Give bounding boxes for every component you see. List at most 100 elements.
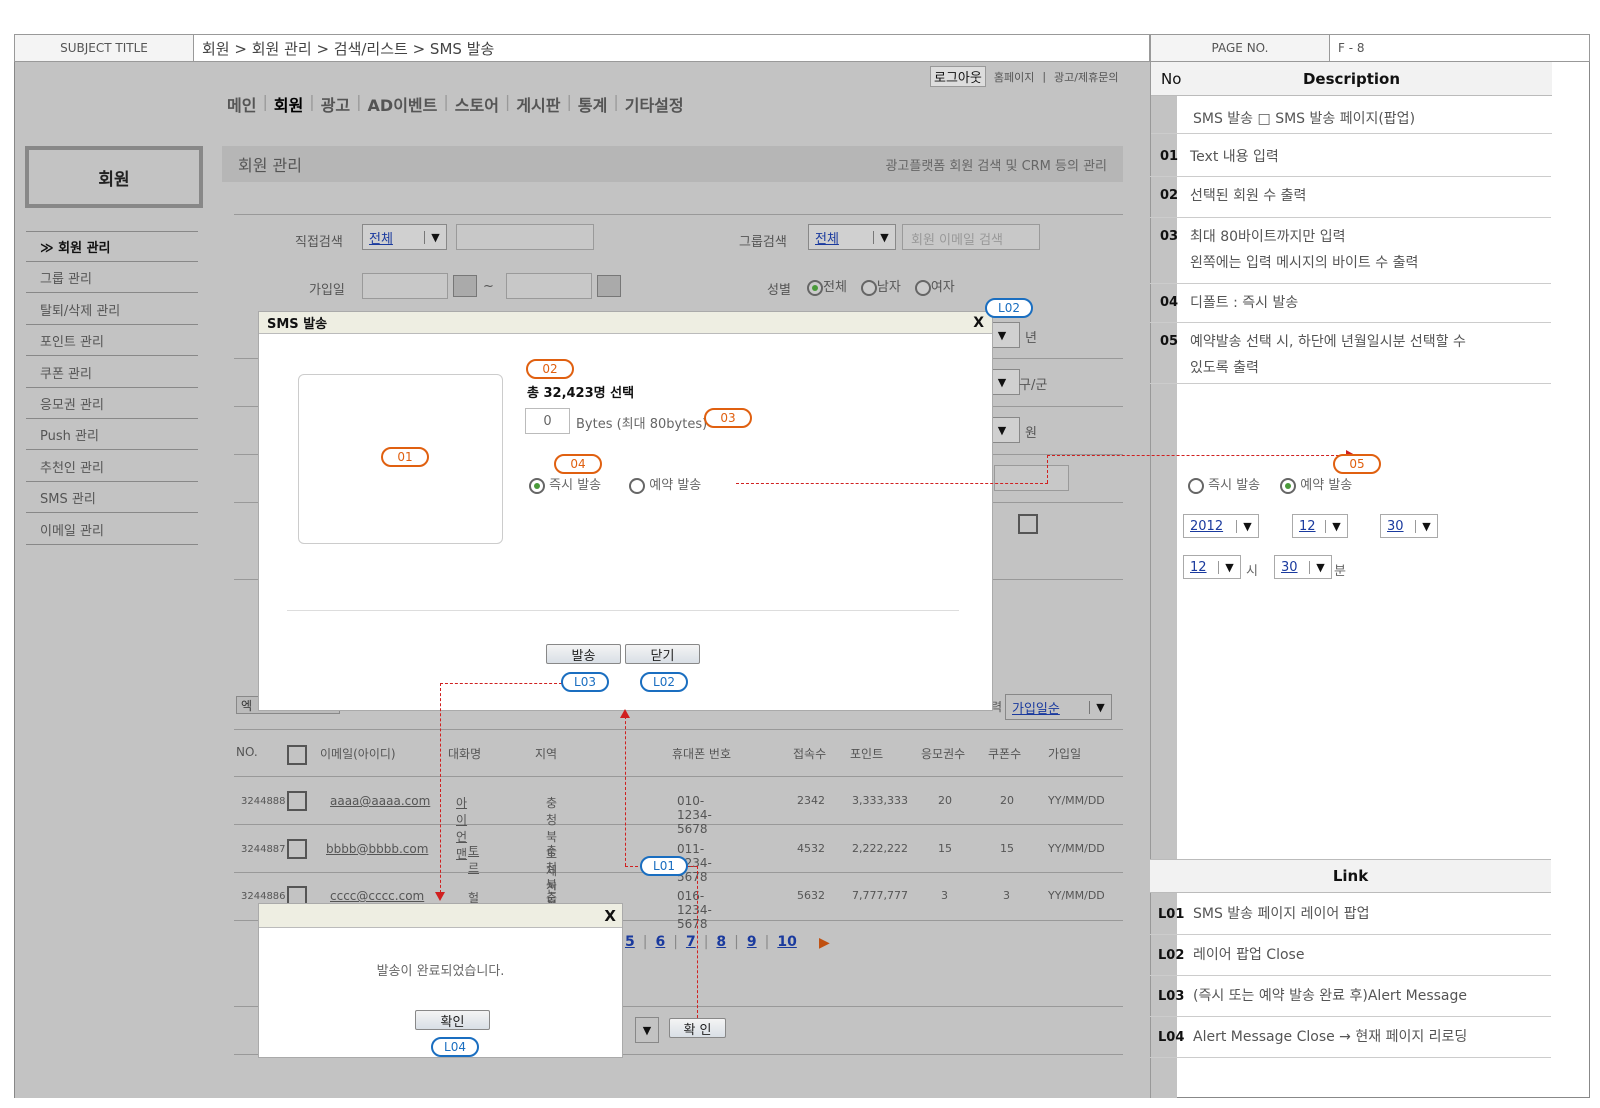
menu-item-6[interactable]: 게시판: [516, 92, 560, 116]
year-select[interactable]: ▼: [990, 322, 1020, 348]
sidebar-item-8[interactable]: 추천인 관리: [26, 452, 198, 482]
preview-send-reserve-radio[interactable]: 예약 발송: [1280, 474, 1352, 494]
row-visits: 2342: [797, 794, 825, 807]
gender-female-radio[interactable]: 여자: [914, 276, 955, 296]
sidebar-item-5[interactable]: 쿠폰 관리: [26, 358, 198, 388]
description-text-line2: 있도록 출력: [1190, 360, 1259, 376]
divider: [1151, 133, 1552, 134]
year-select[interactable]: 2012 ▼: [1183, 514, 1259, 538]
bulk-action-select[interactable]: ▼: [635, 1017, 659, 1043]
description-no: 04: [1160, 295, 1179, 310]
send-now-radio[interactable]: 즉시 발송: [529, 474, 601, 494]
sidebar-item-4[interactable]: 포인트 관리: [26, 326, 198, 357]
column-header[interactable]: 휴대폰 번호: [672, 745, 731, 762]
description-no: 01: [1160, 149, 1179, 164]
row-email-link[interactable]: cccc@cccc.com: [330, 889, 424, 903]
close-icon[interactable]: X: [604, 907, 616, 925]
minute-select[interactable]: 30 ▼: [1274, 555, 1332, 579]
page-link-7[interactable]: 7: [686, 934, 696, 950]
menu-item-4[interactable]: AD이벤트: [368, 92, 438, 116]
menu-item-5[interactable]: 스토어: [455, 92, 499, 116]
send-reserve-radio[interactable]: 예약 발송: [629, 474, 701, 494]
alert-ok-button[interactable]: 확인: [415, 1010, 490, 1030]
contact-link[interactable]: 광고/제휴문의: [1054, 69, 1118, 85]
preview-send-now-radio[interactable]: 즉시 발송: [1188, 474, 1260, 494]
district-select[interactable]: ▼: [990, 369, 1020, 395]
next-page-icon[interactable]: ▶: [819, 935, 830, 951]
sidebar-item-10[interactable]: 이메일 관리: [26, 515, 198, 545]
select-all-checkbox[interactable]: [287, 745, 307, 765]
confirm-button[interactable]: 확 인: [669, 1018, 726, 1038]
column-header[interactable]: 지역: [535, 745, 557, 762]
row-nickname-link[interactable]: 토르: [468, 842, 479, 876]
join-end-input[interactable]: [506, 273, 592, 299]
row-nickname-link[interactable]: 아이언맨: [456, 794, 467, 862]
group-search-select[interactable]: 전체 ▼: [808, 224, 896, 250]
menu-item-3[interactable]: 광고: [321, 92, 350, 116]
sidebar-item-1[interactable]: ≫ 회원 관리: [26, 232, 198, 262]
description-no: 02: [1160, 188, 1179, 203]
column-header[interactable]: 응모권수: [921, 745, 965, 762]
select-value: 전체: [369, 231, 393, 247]
gender-male-radio[interactable]: 남자: [860, 276, 901, 296]
page-link-8[interactable]: 8: [716, 934, 726, 950]
page-link-5[interactable]: 5: [625, 934, 635, 950]
row-joined: YY/MM/DD: [1048, 794, 1105, 807]
menu-item-1[interactable]: 메인: [227, 92, 256, 116]
column-header[interactable]: 접속수: [793, 745, 826, 762]
column-header[interactable]: 포인트: [850, 745, 883, 762]
checkbox[interactable]: [1018, 514, 1038, 534]
direct-search-input[interactable]: [456, 224, 594, 250]
chevron-down-icon: ▼: [1309, 560, 1331, 574]
page-link-9[interactable]: 9: [747, 934, 757, 950]
join-start-input[interactable]: [362, 273, 448, 299]
sidebar-item-7[interactable]: Push 관리: [26, 420, 198, 451]
alert-message: 발송이 완료되었습니다.: [376, 964, 505, 979]
gender-all-radio[interactable]: 전체: [807, 276, 847, 296]
close-icon[interactable]: X: [973, 315, 984, 331]
menu-item-2[interactable]: 회원: [274, 92, 303, 116]
row-checkbox[interactable]: [287, 838, 307, 859]
homepage-link[interactable]: 홈페이지: [994, 69, 1034, 85]
email-search-input[interactable]: 회원 이메일 검색: [902, 224, 1040, 250]
column-header[interactable]: 가입일: [1048, 745, 1081, 762]
sidebar-item-6[interactable]: 응모권 관리: [26, 389, 198, 419]
day-select[interactable]: 30 ▼: [1380, 514, 1438, 538]
description-text: 최대 80바이트까지만 입력: [1190, 229, 1346, 245]
page-separator: |: [764, 934, 770, 950]
hour-suffix: 시: [1246, 564, 1258, 579]
range-input[interactable]: [994, 465, 1069, 491]
row-coupons: 20: [1000, 794, 1014, 807]
link-text: 레이어 팝업 Close: [1193, 947, 1305, 963]
row-checkbox[interactable]: [287, 791, 307, 811]
close-button[interactable]: 닫기: [625, 644, 700, 664]
calendar-icon[interactable]: [597, 275, 621, 297]
calendar-icon[interactable]: [453, 275, 477, 297]
column-header[interactable]: 이메일(아이디): [320, 745, 396, 762]
column-header[interactable]: 쿠폰수: [988, 745, 1021, 762]
description-text: 디폴트 : 즉시 발송: [1190, 295, 1299, 311]
amount-select[interactable]: ▼: [990, 417, 1020, 443]
select-value: 30: [1387, 518, 1404, 534]
direct-search-select[interactable]: 전체 ▼: [362, 224, 447, 250]
menu-item-8[interactable]: 기타설정: [625, 92, 684, 116]
logout-link[interactable]: 로그아웃: [930, 66, 986, 87]
sidebar-item-9[interactable]: SMS 관리: [26, 483, 198, 514]
month-select[interactable]: 12 ▼: [1292, 514, 1348, 538]
menu-separator: |: [613, 92, 619, 111]
row-email-link[interactable]: bbbb@bbbb.com: [326, 842, 428, 856]
sidebar-item-2[interactable]: 그룹 관리: [26, 263, 198, 294]
page-link-6[interactable]: 6: [655, 934, 665, 950]
radio-label: 예약 발송: [1300, 478, 1353, 493]
send-button[interactable]: 발송: [546, 644, 621, 664]
page-link-10[interactable]: 10: [777, 934, 796, 950]
menu-item-7[interactable]: 통계: [578, 92, 607, 116]
page-separator: |: [734, 934, 739, 950]
hour-select[interactable]: 12 ▼: [1183, 555, 1241, 579]
column-header[interactable]: 대화명: [448, 745, 481, 762]
row-email-link[interactable]: aaaa@aaaa.com: [330, 794, 430, 808]
radio-icon: [1280, 477, 1297, 494]
sort-select[interactable]: 가입일순 ▼: [1005, 694, 1112, 720]
description-text: 예약발송 선택 시, 하단에 년월일시분 선택할 수: [1190, 334, 1466, 350]
sidebar-item-3[interactable]: 탈퇴/삭제 관리: [26, 295, 198, 325]
